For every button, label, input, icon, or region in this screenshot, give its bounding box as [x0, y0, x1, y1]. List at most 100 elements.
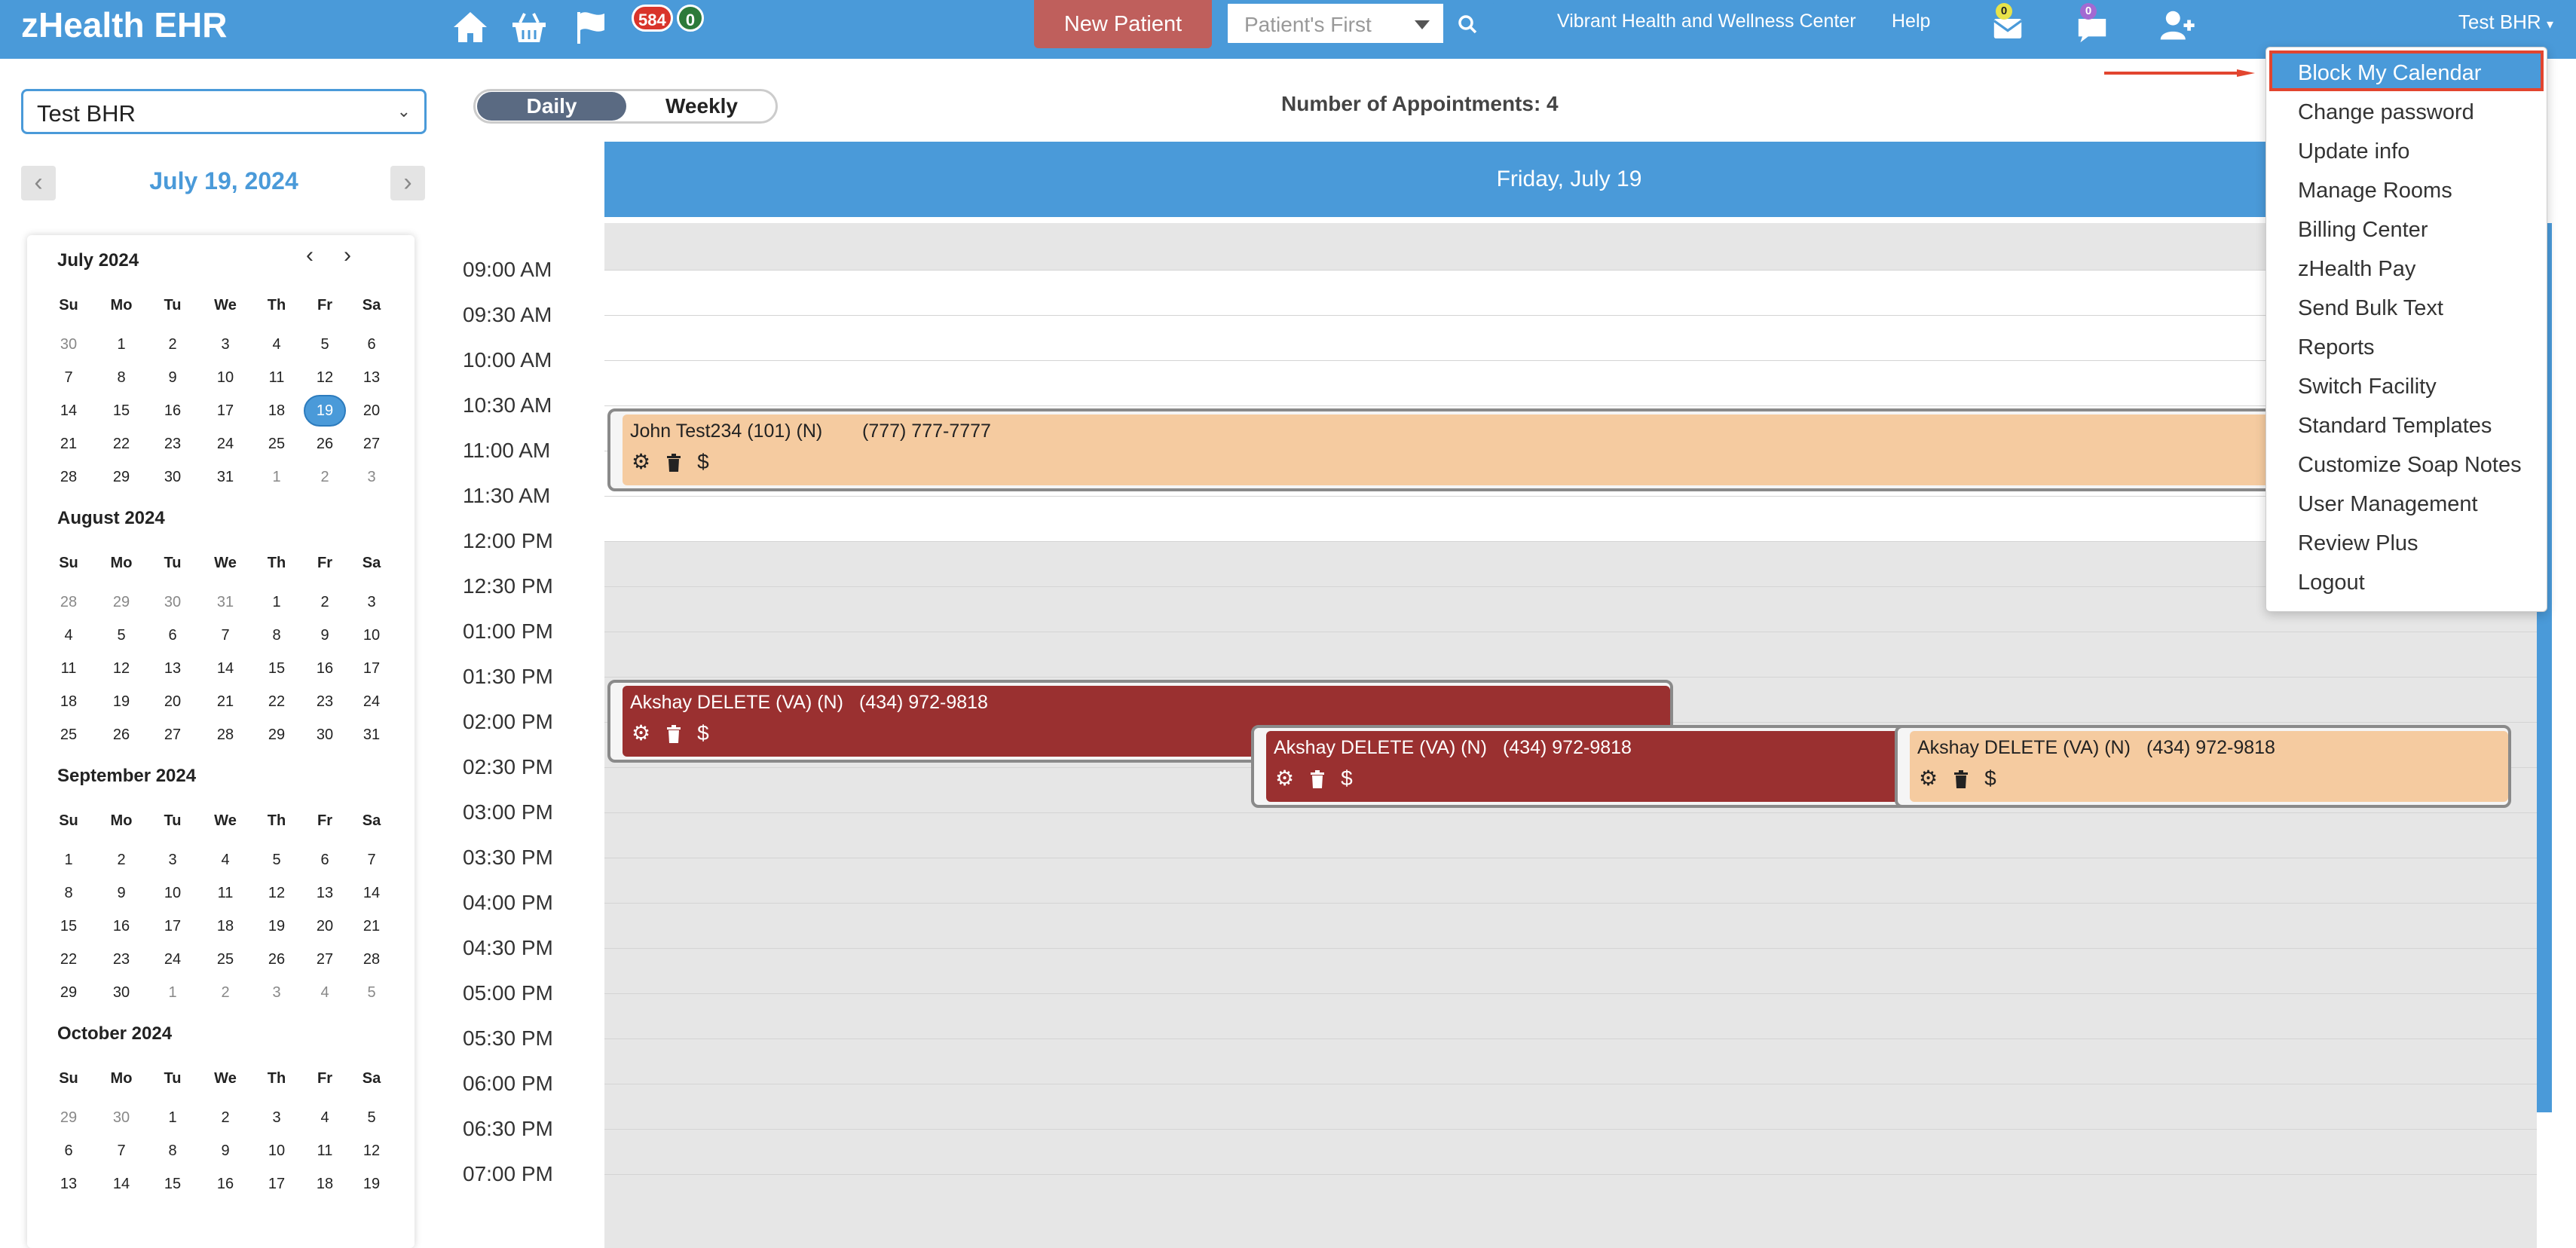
calendar-day[interactable]: 12: [95, 660, 148, 678]
basket-icon[interactable]: [509, 8, 549, 47]
calendar-day[interactable]: 23: [298, 693, 351, 711]
calendar-day[interactable]: 19: [345, 1176, 398, 1193]
calendar-day[interactable]: 6: [146, 627, 199, 644]
calendar-day[interactable]: 1: [146, 1109, 199, 1127]
trash-icon[interactable]: [1953, 766, 1969, 791]
calendar-day[interactable]: 11: [250, 369, 303, 387]
calendar-day[interactable]: 16: [298, 660, 351, 678]
calendar-day[interactable]: 2: [298, 594, 351, 611]
gear-icon[interactable]: ⚙: [632, 449, 650, 474]
calendar-day[interactable]: 26: [250, 951, 303, 968]
gear-icon[interactable]: ⚙: [632, 720, 650, 745]
calendar-day[interactable]: 22: [42, 951, 95, 968]
calendar-day[interactable]: 21: [199, 693, 252, 711]
calendar-day[interactable]: 29: [250, 726, 303, 744]
calendar-day[interactable]: 31: [345, 726, 398, 744]
calendar-day[interactable]: 2: [146, 336, 199, 353]
calendar-day[interactable]: 31: [199, 594, 252, 611]
menu-item-billing-center[interactable]: Billing Center: [2298, 218, 2428, 243]
calendar-day[interactable]: 24: [199, 436, 252, 453]
billing-icon[interactable]: $: [697, 450, 709, 474]
menu-item-review-plus[interactable]: Review Plus: [2298, 531, 2418, 556]
calendar-day[interactable]: 17: [345, 660, 398, 678]
calendar-day[interactable]: 14: [199, 660, 252, 678]
trash-icon[interactable]: [1309, 766, 1326, 791]
calendar-day[interactable]: 9: [146, 369, 199, 387]
calendar-day[interactable]: 8: [250, 627, 303, 644]
calendar-day[interactable]: 3: [345, 594, 398, 611]
calendar-day[interactable]: 28: [42, 594, 95, 611]
billing-icon[interactable]: $: [1984, 766, 1996, 791]
calendar-day[interactable]: 30: [146, 594, 199, 611]
calendar-day[interactable]: 31: [199, 469, 252, 486]
calendar-day[interactable]: 6: [42, 1142, 95, 1160]
calendar-day[interactable]: 5: [95, 627, 148, 644]
next-month-button[interactable]: ›: [344, 243, 351, 268]
calendar-day[interactable]: 18: [250, 402, 303, 420]
menu-item-customize-soap-notes[interactable]: Customize Soap Notes: [2298, 453, 2522, 478]
calendar-day[interactable]: 7: [345, 852, 398, 869]
calendar-day[interactable]: 2: [298, 469, 351, 486]
calendar-day[interactable]: 3: [199, 336, 252, 353]
calendar-day[interactable]: 26: [298, 436, 351, 453]
calendar-day[interactable]: 23: [95, 951, 148, 968]
search-button[interactable]: [1443, 4, 1491, 43]
calendar-day[interactable]: 22: [250, 693, 303, 711]
calendar-day[interactable]: 10: [199, 369, 252, 387]
calendar-day[interactable]: 5: [345, 984, 398, 1002]
calendar-day[interactable]: 8: [95, 369, 148, 387]
menu-item-send-bulk-text[interactable]: Send Bulk Text: [2298, 296, 2443, 321]
calendar-day[interactable]: 14: [95, 1176, 148, 1193]
calendar-day[interactable]: 16: [146, 402, 199, 420]
calendar-day[interactable]: 1: [42, 852, 95, 869]
calendar-day[interactable]: 1: [95, 336, 148, 353]
calendar-day[interactable]: 13: [146, 660, 199, 678]
calendar-day[interactable]: 11: [42, 660, 95, 678]
chat-icon[interactable]: 0: [2073, 3, 2106, 43]
calendar-day[interactable]: 3: [250, 1109, 303, 1127]
mail-icon[interactable]: 0: [1988, 3, 2023, 39]
calendar-day[interactable]: 1: [250, 594, 303, 611]
calendar-day[interactable]: 10: [250, 1142, 303, 1160]
user-menu-toggle[interactable]: Test BHR ▾: [2458, 11, 2553, 34]
calendar-day[interactable]: 2: [95, 852, 148, 869]
calendar-day[interactable]: 19: [298, 402, 351, 420]
search-input[interactable]: Patient's First: [1244, 13, 1372, 37]
calendar-day[interactable]: 30: [42, 336, 95, 353]
calendar-day[interactable]: 3: [345, 469, 398, 486]
calendar-day[interactable]: 13: [298, 885, 351, 902]
calendar-day[interactable]: 20: [146, 693, 199, 711]
menu-item-update-info[interactable]: Update info: [2298, 139, 2409, 164]
trash-icon[interactable]: [665, 721, 682, 745]
calendar-day[interactable]: 18: [199, 918, 252, 935]
calendar-day[interactable]: 27: [146, 726, 199, 744]
calendar-day[interactable]: 4: [199, 852, 252, 869]
patient-search[interactable]: Patient's First: [1225, 2, 1494, 45]
daily-view-button[interactable]: Daily: [477, 92, 626, 121]
calendar-day[interactable]: 29: [42, 984, 95, 1002]
appointment-card[interactable]: John Test234 (101) (N) (777) 777-7777 ⚙ $: [607, 408, 2537, 491]
count-badge[interactable]: 0: [677, 5, 704, 32]
calendar-day[interactable]: 13: [345, 369, 398, 387]
calendar-day[interactable]: 16: [95, 918, 148, 935]
calendar-day[interactable]: 2: [199, 1109, 252, 1127]
calendar-day[interactable]: 15: [95, 402, 148, 420]
menu-item-change-password[interactable]: Change password: [2298, 100, 2474, 125]
calendar-day[interactable]: 27: [298, 951, 351, 968]
calendar-day[interactable]: 1: [146, 984, 199, 1002]
calendar-day[interactable]: 4: [298, 1109, 351, 1127]
calendar-day[interactable]: 6: [345, 336, 398, 353]
calendar-day[interactable]: 4: [42, 627, 95, 644]
calendar-day[interactable]: 7: [199, 627, 252, 644]
calendar-day[interactable]: 4: [250, 336, 303, 353]
calendar-day[interactable]: 28: [345, 951, 398, 968]
calendar-day[interactable]: 30: [95, 984, 148, 1002]
calendar-day[interactable]: 23: [146, 436, 199, 453]
calendar-day[interactable]: 6: [298, 852, 351, 869]
calendar-day[interactable]: 24: [146, 951, 199, 968]
calendar-day[interactable]: 9: [199, 1142, 252, 1160]
calendar-day[interactable]: 21: [42, 436, 95, 453]
provider-select[interactable]: Test BHR ⌄: [21, 89, 427, 134]
calendar-day[interactable]: 11: [199, 885, 252, 902]
calendar-day[interactable]: 15: [42, 918, 95, 935]
